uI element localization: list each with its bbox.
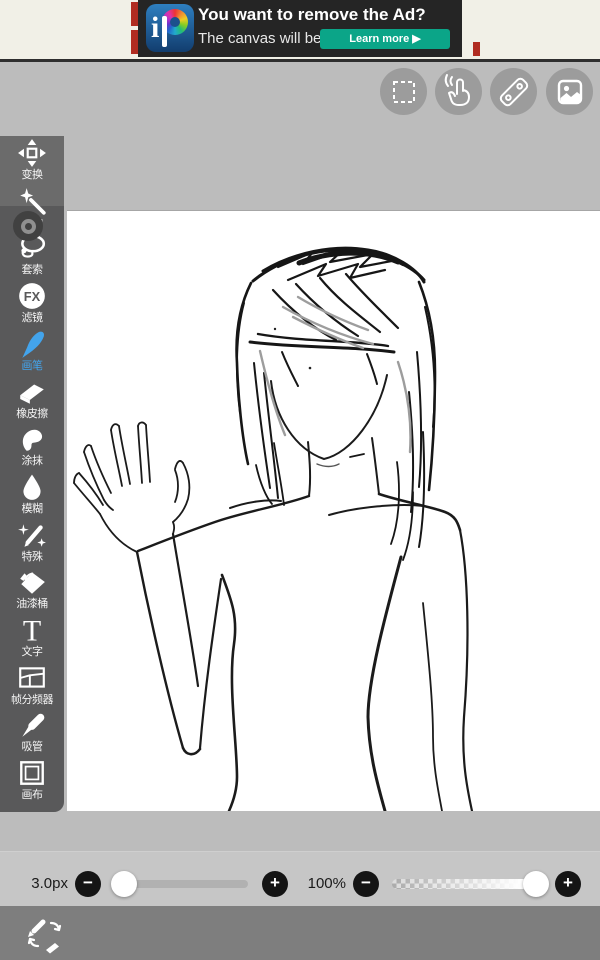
ruler-icon [499,77,528,106]
ruler-tool-button[interactable] [490,68,537,115]
pencil-eraser-switch-icon [27,919,62,954]
import-picture-button[interactable] [546,68,593,115]
picture-icon [557,79,582,104]
finger-gesture-button[interactable] [435,68,482,115]
brush-size-slider-thumb[interactable] [111,871,137,897]
sidebar-item-eyedropper[interactable]: 吸管 [0,710,64,757]
opacity-value: 100% [307,875,346,892]
special-pen-icon [18,524,46,547]
tool-label: 套索 [21,264,44,276]
sidebar-item-smudge[interactable]: 涂抹 [0,424,64,471]
sidebar-item-canvas[interactable]: 画布 [0,758,64,805]
sidebar-item-filter[interactable]: FX 滤镜 [0,281,64,328]
tool-label: 油漆桶 [16,598,48,610]
eraser-icon [20,384,44,404]
eyedropper-icon [22,713,45,737]
sidebar-item-text[interactable]: T 文字 [0,615,64,662]
sidebar-item-brush[interactable]: 画笔 [0,329,64,376]
tool-label: 模糊 [21,503,44,515]
blur-drop-icon [23,474,41,500]
opacity-slider[interactable] [392,879,528,889]
tool-label: 滤镜 [21,312,44,324]
ad-subtitle: The canvas will be wider. [198,30,365,47]
touch-indicator-overlay [13,211,43,241]
brush-size-value: 3.0px [31,875,68,892]
opacity-minus-button[interactable]: − [353,871,379,897]
text-glyph: T [23,615,41,645]
select-rectangle-icon [392,80,415,103]
tool-label: 文字 [21,646,44,658]
ad-banner[interactable]: i You want to remove the Ad? The canvas … [138,0,462,57]
drawing-canvas[interactable] [67,210,600,813]
sidebar-item-eraser[interactable]: 橡皮擦 [0,377,64,424]
tool-label: 橡皮擦 [16,408,48,420]
tool-switch-button[interactable] [24,914,64,959]
opacity-plus-button[interactable]: + [555,871,581,897]
text-tool-icon: T [23,615,41,645]
sidebar-item-special[interactable]: 特殊 [0,520,64,567]
select-tool-button[interactable] [380,68,427,115]
tool-label: 涂抹 [21,455,44,467]
sketch-figure [73,246,474,813]
tool-label: 吸管 [21,741,44,753]
logo-letter: i [151,11,160,44]
finger-gesture-icon [444,73,470,106]
tool-label: 画笔 [21,360,44,372]
slider-strip: 3.0px − + 100% − + [0,851,600,907]
logo-p-stem [162,16,167,47]
sidebar-item-frame-divider[interactable]: 帧分频器 [0,663,64,710]
ibispaint-logo: i [146,4,194,52]
sidebar-item-bucket[interactable]: 油漆桶 [0,567,64,614]
app-screen: i You want to remove the Ad? The canvas … [0,0,600,960]
red-marker-right [473,42,480,56]
transform-arrows-icon [18,139,46,167]
tool-sidebar: 变换 自动 套索 FX 滤镜 [0,136,64,812]
tool-label: 特殊 [21,551,44,563]
sidebar-item-blur[interactable]: 模糊 [0,472,64,519]
brush-size-minus-button[interactable]: − [75,871,101,897]
frame-divider-icon [19,667,45,688]
tool-label: 帧分频器 [11,694,54,706]
learn-more-button[interactable]: Learn more ▶ [320,29,450,49]
fx-label: FX [24,289,41,304]
sidebar-item-transform[interactable]: 变换 [0,138,64,185]
paint-bucket-icon [20,572,45,594]
brush-size-plus-button[interactable]: + [262,871,288,897]
fx-filter-icon: FX [19,283,45,309]
tool-label: 变换 [21,169,44,181]
smudge-finger-icon [22,429,43,451]
opacity-slider-thumb[interactable] [523,871,549,897]
brush-icon [22,331,45,358]
ad-title: You want to remove the Ad? [198,5,426,24]
canvas-squares-icon [20,761,44,785]
bottom-toolbar: 3.0 2 [0,906,600,960]
touch-indicator-ring-icon [20,218,36,234]
tool-label: 画布 [21,789,44,801]
